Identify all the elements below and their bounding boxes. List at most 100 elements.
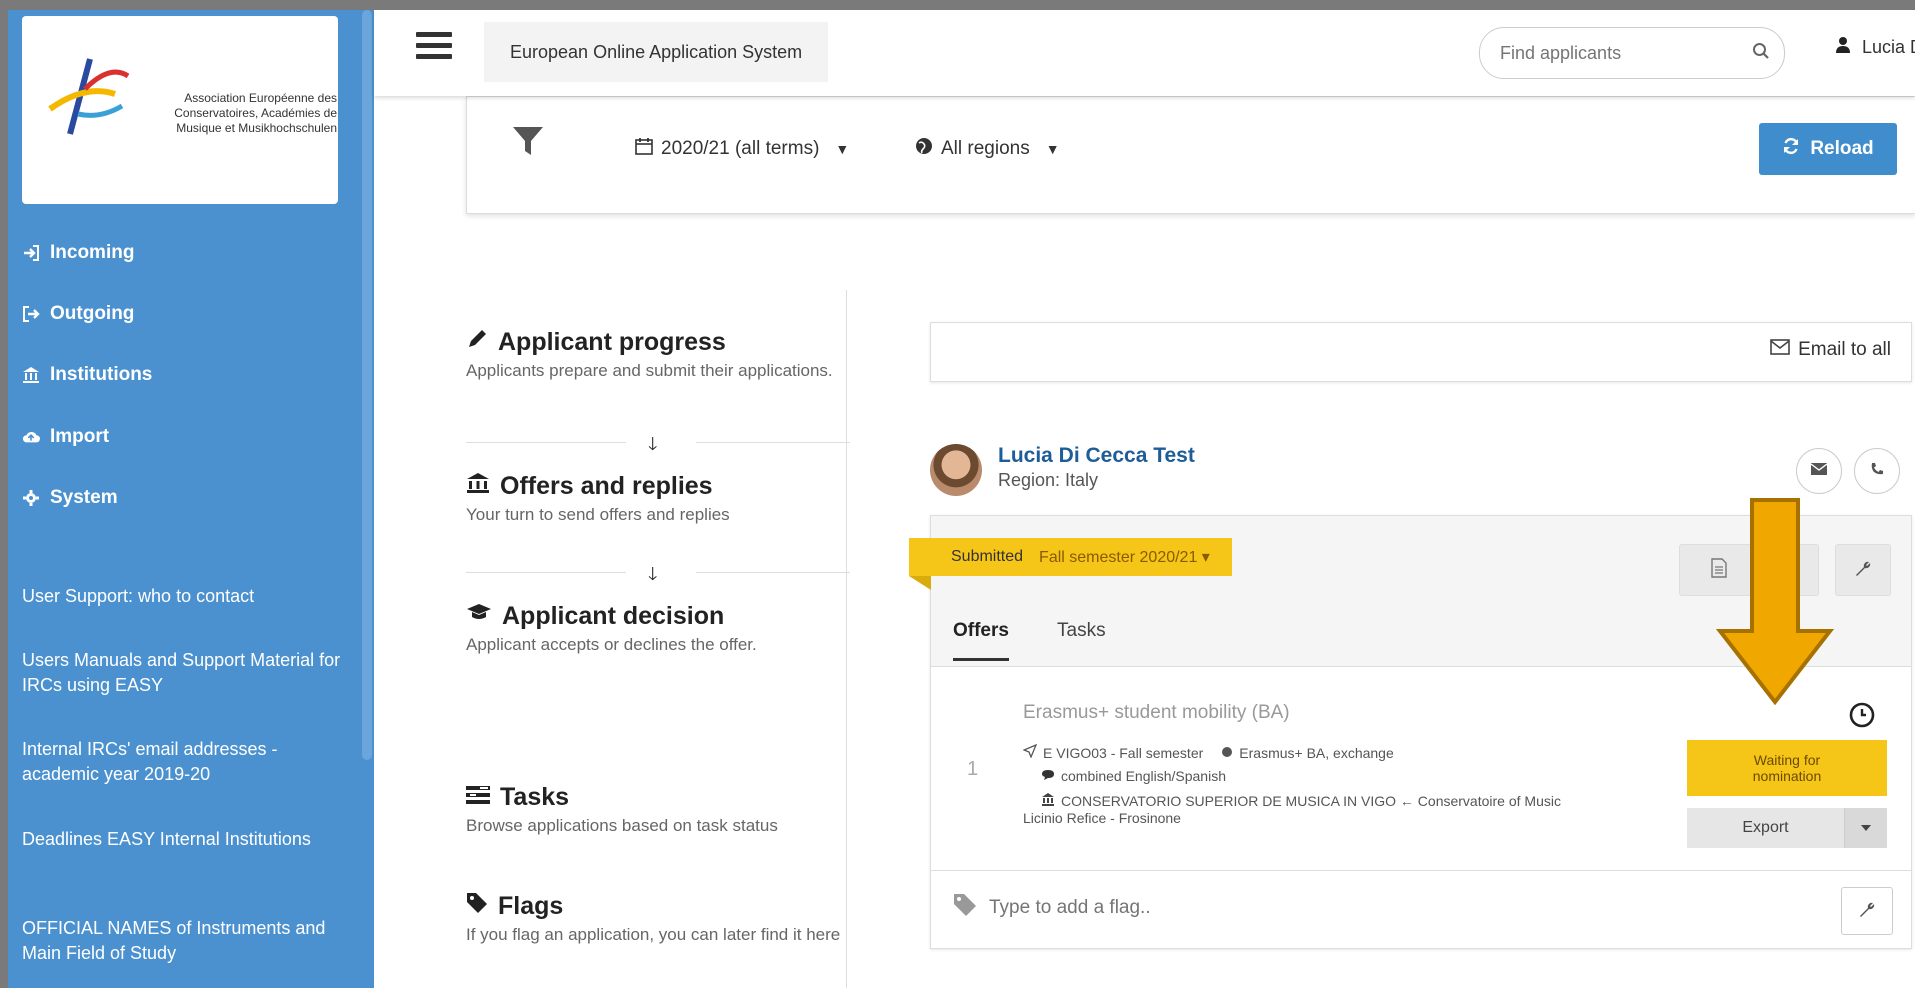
calendar-icon (635, 137, 653, 161)
sidebar-link-user-support[interactable]: User Support: who to contact (22, 584, 342, 609)
sidebar-item-institutions[interactable]: Institutions (22, 364, 152, 386)
column-divider (846, 290, 847, 988)
region-dropdown[interactable]: All regions ▼ (915, 137, 1060, 161)
sidebar-item-label: System (50, 487, 118, 508)
tab-tasks[interactable]: Tasks (1057, 620, 1106, 658)
applicant-name-link[interactable]: Lucia Di Cecca Test (998, 444, 1195, 468)
sidebar-link-user-manuals[interactable]: Users Manuals and Support Material for I… (22, 648, 342, 698)
gear-icon (22, 489, 40, 507)
bank-icon (1041, 792, 1055, 809)
waiting-for-nomination-badge: Waiting for nomination (1687, 740, 1887, 796)
offer-institutions-continued: Licinio Refice - Frosinone (1023, 810, 1181, 826)
email-to-all-label: Email to all (1798, 339, 1891, 360)
step-applicant-progress[interactable]: Applicant progress Applicants prepare an… (466, 328, 850, 383)
sidebar-item-label: Import (50, 426, 110, 447)
sidebar-item-incoming[interactable]: Incoming (22, 242, 134, 264)
step-offers-and-replies[interactable]: Offers and replies Your turn to send off… (466, 472, 850, 527)
sidebar-item-system[interactable]: System (22, 487, 118, 509)
offer-institutions-line-2: Licinio Refice - Frosinone (1023, 810, 1181, 826)
sign-out-icon (22, 305, 40, 323)
pencil-icon (466, 328, 488, 357)
send-icon (1022, 743, 1038, 761)
reload-label: Reload (1810, 138, 1874, 159)
sidebar: Association Européenne des Conservatoire… (8, 10, 374, 988)
tab-offers[interactable]: Offers (953, 620, 1009, 661)
step-description: Browse applications based on task status (466, 816, 778, 835)
annotation-arrow-down-icon (1716, 498, 1834, 706)
flag-row (931, 870, 1911, 949)
flag-input-group[interactable] (953, 893, 1391, 922)
step-title: Applicant progress (498, 328, 726, 356)
email-to-all-button[interactable]: Email to all (1770, 339, 1891, 361)
sidebar-item-label: Institutions (50, 364, 153, 385)
graduation-cap-icon (466, 602, 492, 631)
logo-text: Association Européenne des Conservatoire… (174, 91, 337, 135)
offer-language-line: combined English/Spanish (1041, 768, 1226, 784)
aec-logo-icon (48, 58, 130, 135)
year-value: 2020/21 (all terms) (661, 138, 820, 159)
cloud-upload-icon (22, 428, 40, 446)
menu-toggle-icon[interactable] (416, 32, 452, 64)
reload-button[interactable]: Reload (1759, 123, 1897, 175)
offer-code: E VIGO03 - Fall semester (1043, 744, 1204, 761)
export-split-button[interactable]: Export (1687, 808, 1887, 848)
envelope-icon (1810, 462, 1828, 480)
globe-icon (915, 137, 933, 161)
search-icon[interactable] (1752, 42, 1770, 65)
sidebar-item-outgoing[interactable]: Outgoing (22, 303, 134, 325)
sidebar-scrollbar[interactable] (362, 10, 372, 760)
avatar (930, 444, 982, 496)
step-title: Applicant decision (502, 602, 725, 630)
step-description: Applicant accepts or declines the offer. (466, 635, 757, 654)
offer-program: Erasmus+ BA, exchange (1239, 744, 1394, 761)
wrench-icon (1854, 559, 1872, 582)
export-caret-icon[interactable] (1845, 808, 1887, 848)
status-dropdown[interactable]: Submitted Fall semester 2020/21 ▾ (909, 538, 1232, 576)
sidebar-link-deadlines[interactable]: Deadlines EASY Internal Institutions (22, 827, 342, 852)
search-input[interactable] (1498, 38, 1742, 68)
tag-icon (953, 893, 977, 922)
caret-down-icon: ▼ (835, 141, 850, 157)
step-flags[interactable]: Flags If you flag an application, you ca… (466, 892, 850, 947)
flag-input[interactable] (987, 895, 1391, 920)
settings-tool-button[interactable] (1835, 544, 1891, 596)
bank-icon (466, 472, 490, 501)
sidebar-link-official-names[interactable]: OFFICIAL NAMES of Instruments and Main F… (22, 916, 342, 966)
step-title: Tasks (500, 783, 570, 811)
sidebar-item-label: Incoming (50, 242, 135, 263)
flag-settings-button[interactable] (1841, 887, 1893, 935)
call-applicant-button[interactable] (1854, 448, 1900, 494)
export-button[interactable]: Export (1687, 808, 1845, 848)
app-title[interactable]: European Online Application System (484, 22, 829, 82)
sign-in-icon (22, 244, 40, 262)
offer-title[interactable]: Erasmus+ student mobility (BA) (1023, 702, 1290, 724)
search-box[interactable] (1479, 27, 1785, 79)
region-value: All regions (941, 138, 1030, 159)
offer-institutions: CONSERVATORIO SUPERIOR DE MUSICA IN VIGO… (1061, 792, 1561, 809)
comment-icon (1041, 768, 1055, 784)
logo[interactable]: Association Européenne des Conservatoire… (22, 16, 338, 204)
sidebar-link-irc-emails[interactable]: Internal IRCs' email addresses - academi… (22, 737, 342, 787)
applicant-region: Region: Italy (998, 470, 1099, 490)
email-applicant-button[interactable] (1796, 448, 1842, 494)
tag-icon (466, 892, 488, 921)
step-description: Your turn to send offers and replies (466, 505, 730, 524)
wrench-icon (1858, 900, 1876, 923)
step-applicant-decision[interactable]: Applicant decision Applicant accepts or … (466, 602, 850, 657)
semester-label: Fall semester 2020/21 ▾ (1039, 549, 1210, 566)
filter-icon[interactable] (512, 125, 544, 162)
year-dropdown[interactable]: 2020/21 (all terms) ▼ (635, 137, 849, 161)
user-name: Lucia Di (1862, 37, 1915, 57)
ribbon-fold (909, 576, 931, 590)
offer-number: 1 (967, 758, 979, 780)
arrow-down-icon: 🡓 (648, 434, 658, 454)
step-title: Offers and replies (500, 472, 713, 500)
offer-language: combined English/Spanish (1061, 768, 1226, 784)
offer-institutions-line: CONSERVATORIO SUPERIOR DE MUSICA IN VIGO… (1041, 792, 1561, 809)
user-menu[interactable]: Lucia Di (1836, 36, 1915, 59)
bank-icon (22, 366, 40, 384)
status-badge: Submitted (951, 548, 1024, 565)
step-tasks[interactable]: Tasks Browse applications based on task … (466, 783, 850, 838)
sidebar-item-label: Outgoing (50, 303, 135, 324)
sidebar-item-import[interactable]: Import (22, 426, 109, 448)
